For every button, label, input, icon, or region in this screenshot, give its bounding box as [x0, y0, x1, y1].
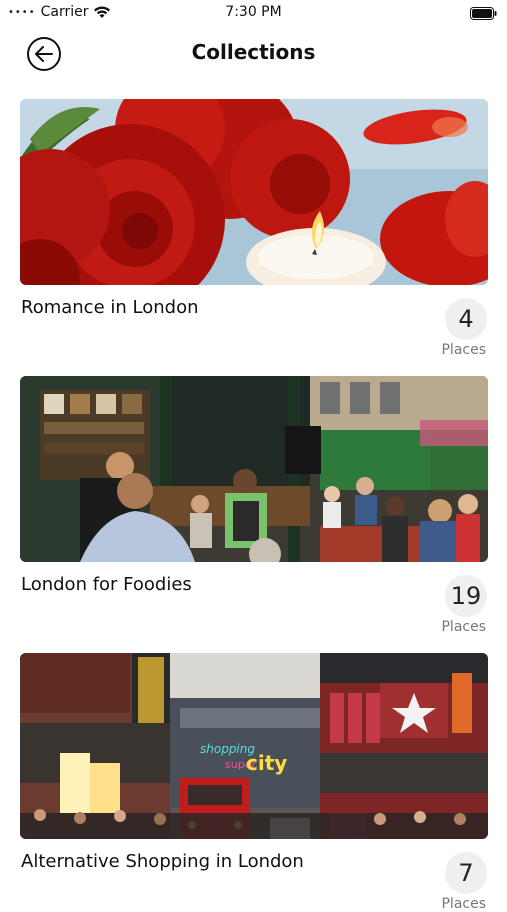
food-market-photo [20, 376, 488, 562]
collection-card-shopping[interactable]: shopping super city Alternative Shopping… [20, 653, 488, 912]
collection-image[interactable]: shopping super city [20, 653, 488, 839]
battery-icon [470, 7, 497, 20]
shopping-street-photo: shopping super city [20, 653, 488, 839]
place-count-badge: 4 [445, 298, 487, 340]
page-title: Collections [191, 40, 316, 64]
place-count-badge: 19 [445, 575, 487, 617]
nav-bar: Collections [0, 30, 507, 76]
collection-image[interactable] [20, 99, 488, 285]
place-count-label: Places [441, 342, 486, 358]
roses-candle-photo [20, 99, 488, 285]
collection-card-romance[interactable]: Romance in London 4 Places [20, 99, 488, 358]
status-time: 7:30 PM [225, 4, 282, 20]
collection-card-foodies[interactable]: London for Foodies 19 Places [20, 376, 488, 635]
svg-text:city: city [246, 751, 287, 775]
status-bar: •••• Carrier 7:30 PM [0, 0, 507, 28]
place-count-label: Places [441, 619, 486, 635]
collection-title: London for Foodies [21, 574, 192, 595]
collection-title: Romance in London [21, 297, 199, 318]
collection-title: Alternative Shopping in London [21, 851, 304, 872]
collection-image[interactable] [20, 376, 488, 562]
place-count-badge: 7 [445, 852, 487, 894]
place-count-label: Places [441, 896, 486, 912]
